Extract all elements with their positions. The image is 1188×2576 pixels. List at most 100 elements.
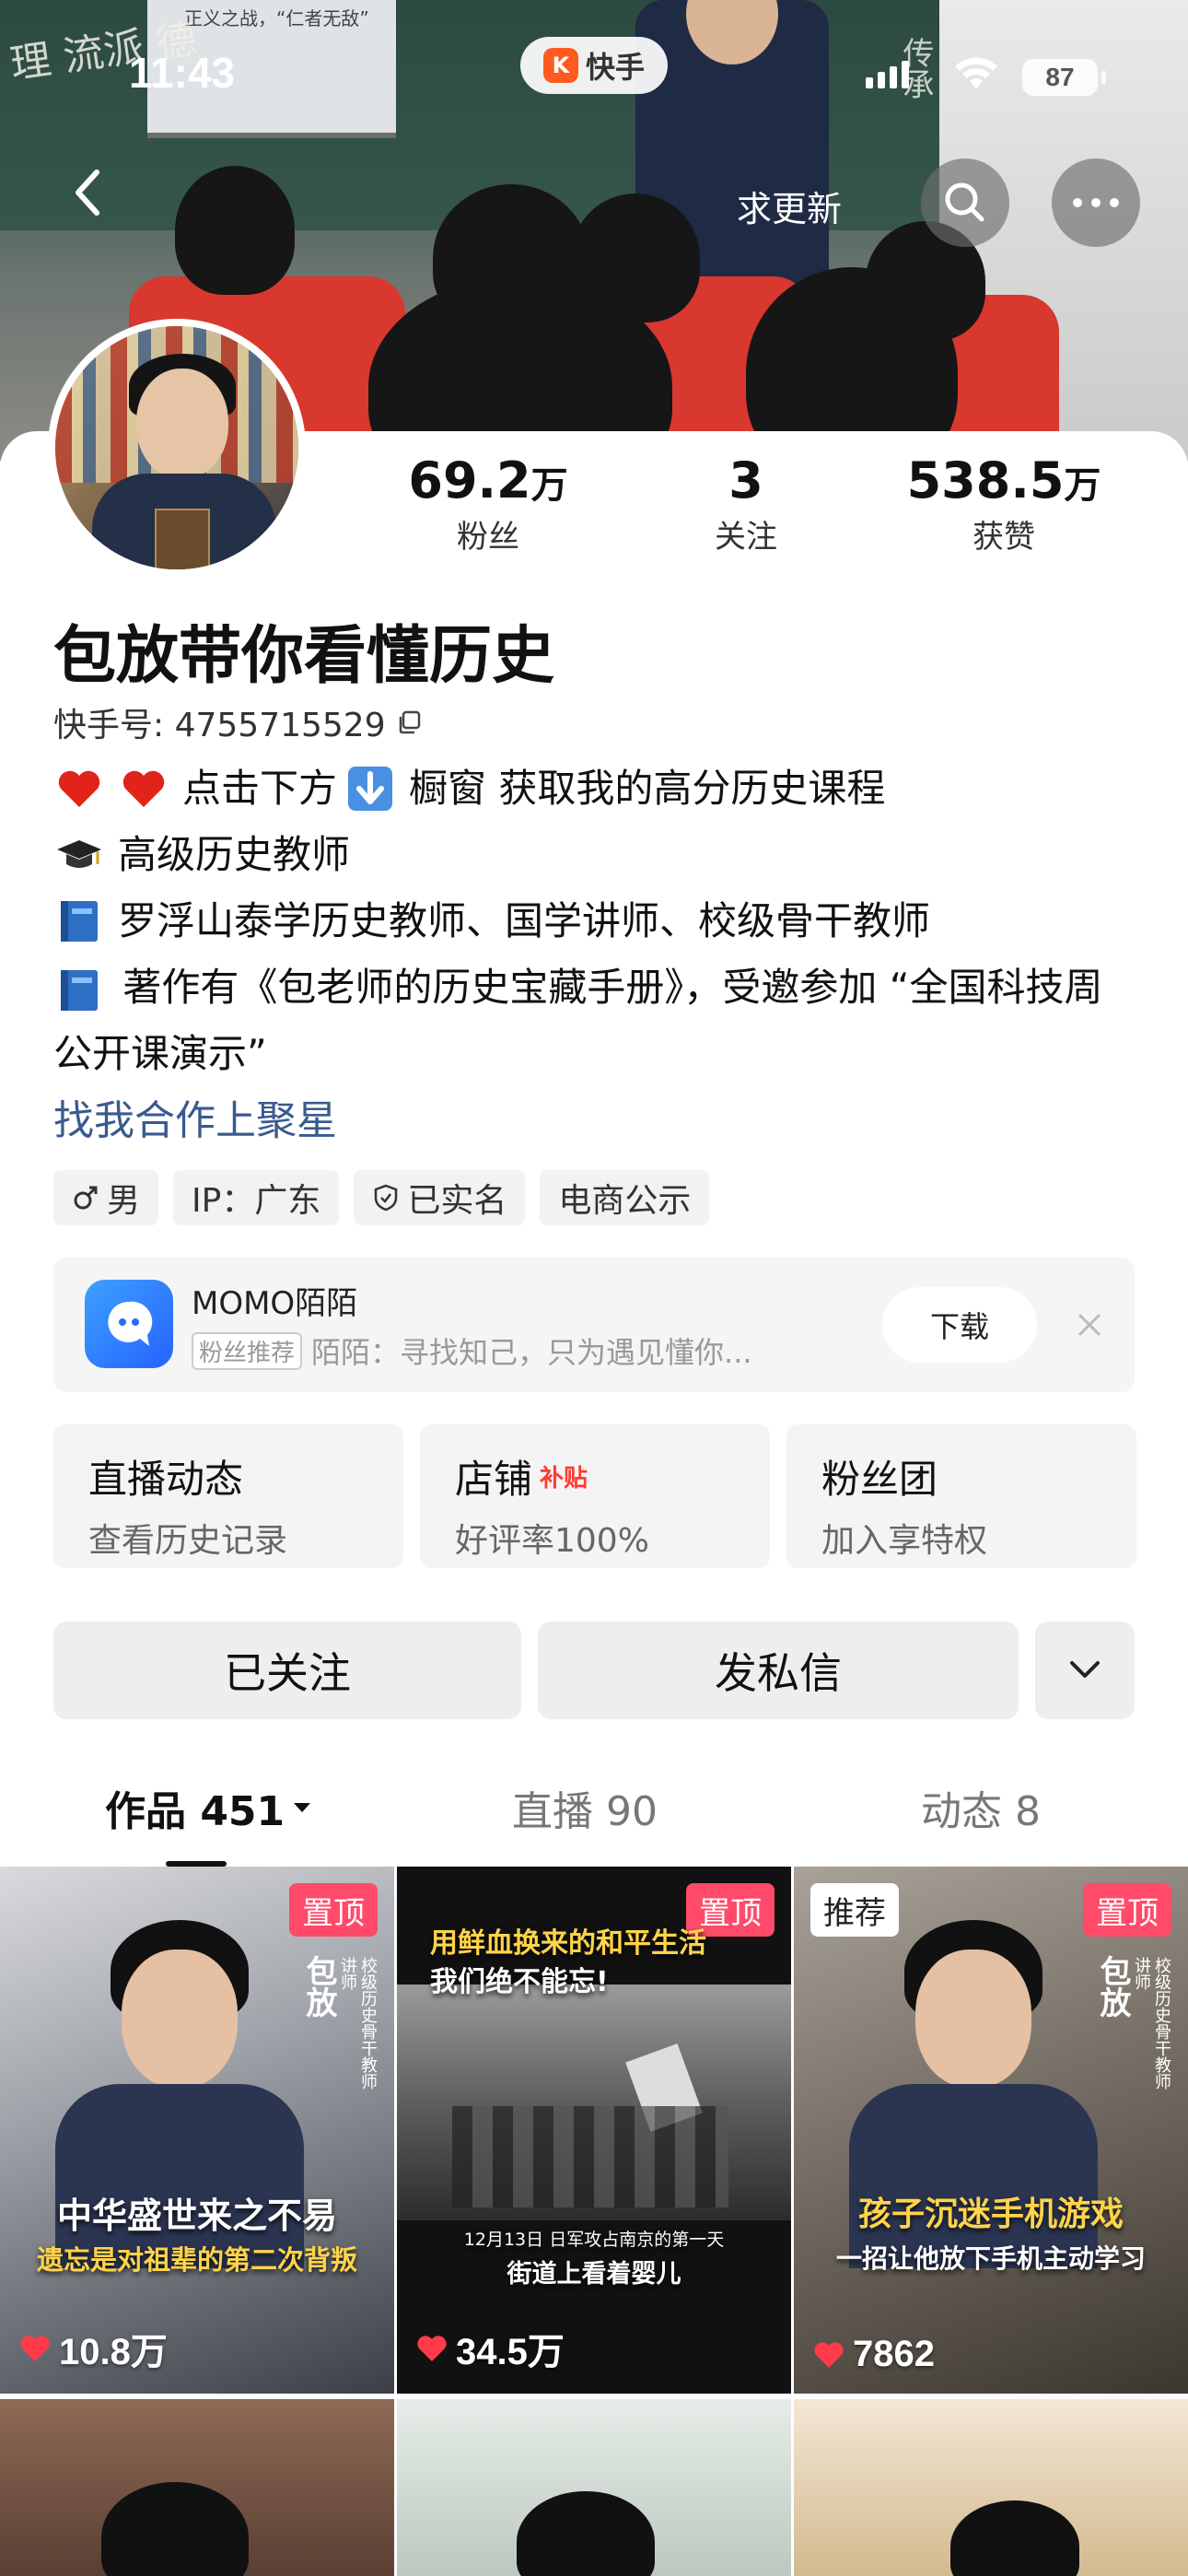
student-head [175,166,295,295]
sponsored-app-card[interactable]: MOMO陌陌 粉丝推荐 陌陌：寻找知己，只为遇见懂你... 下载 [53,1258,1135,1392]
likes-count: 7862 [853,2334,935,2374]
feature-title: 店铺 [455,1457,533,1502]
video-title: 用鲜血换来的和平生活 [430,1927,706,1960]
video-card[interactable]: 推荐 置顶 包放 校级历史骨干教师讲师 孩子沉迷手机游戏 一招让他放下手机主动学… [794,1867,1188,2394]
tab-moments[interactable]: 动态 8 [921,1778,1041,1837]
video-card[interactable] [0,2399,394,2576]
bio-line: 罗浮山泰学历史教师、国学讲师、校级骨干教师 [53,888,1140,954]
cooperation-link[interactable]: 找我合作上聚星 [53,1087,337,1146]
bio-text: 罗浮山泰学历史教师、国学讲师、校级骨干教师 [118,898,931,943]
bio-line: 点击下方 橱窗 获取我的高分历史课程 [53,755,1140,822]
blue-book-icon [61,969,98,1011]
status-bar: 11:43 K 快手 87 [0,0,1188,147]
copy-icon[interactable] [395,708,423,736]
bio-text: 高级历史教师 [118,832,351,877]
male-icon [74,1186,98,1210]
video-likes: 10.8万 [18,2322,168,2375]
content-tabs: 作品 451 直播 90 动态 8 [0,1778,1188,1852]
expand-button[interactable] [1035,1622,1135,1719]
tag-text: 电商公示 [558,1182,692,1220]
ad-badge: 粉丝推荐 [192,1331,303,1370]
profile-tags: 男 IP：广东 已实名 电商公示 [53,1170,710,1225]
stat-fans[interactable]: 69.2万 粉丝 [378,451,599,556]
feature-subtitle: 查看历史记录 [88,1522,288,1560]
stat-fans-unit: 万 [530,464,568,507]
video-card[interactable] [397,2399,791,2576]
feature-title: 直播动态 [88,1457,244,1502]
tag-ecommerce[interactable]: 电商公示 [540,1170,710,1225]
video-subtitle-line2: 街道上看着婴儿 [507,2260,681,2289]
tag-verified[interactable]: 已实名 [354,1170,526,1225]
stat-fans-value: 69.2 [408,451,531,509]
pinned-badge: 置顶 [1083,1883,1171,1937]
subsidy-badge: 补贴 [540,1465,588,1493]
tab-label: 动态 8 [921,1788,1041,1835]
stat-following-value: 3 [728,451,763,509]
video-side-name: 包放 [300,1955,337,2018]
tab-label: 直播 90 [512,1788,658,1835]
kuaishou-id[interactable]: 快手号: 4755715529 [53,698,423,746]
stat-fans-label: 粉丝 [457,519,519,556]
blue-book-icon [61,901,98,942]
down-arrow-icon [348,767,393,811]
status-time: 11:43 [129,49,236,97]
profile-name: 包放带你看懂历史 [53,620,555,693]
back-button[interactable] [55,160,120,225]
send-message-button[interactable]: 发私信 [538,1622,1019,1719]
video-card[interactable] [794,2399,1188,2576]
followed-button[interactable]: 已关注 [53,1622,521,1719]
more-button[interactable] [1052,158,1140,247]
verified-shield-icon [375,1184,398,1212]
stat-likes-label: 获赞 [973,519,1035,556]
feature-subtitle: 好评率100% [455,1522,649,1560]
heart-icon [417,2336,447,2361]
video-title: 孩子沉迷手机游戏 [857,2195,1124,2233]
search-icon [945,182,984,222]
video-side-text: 校级历史骨干教师讲师 [338,1957,378,2090]
likes-count: 34.5万 [456,2332,565,2372]
ad-subtitle-row: 粉丝推荐 陌陌：寻找知己，只为遇见懂你... [192,1329,752,1372]
graduation-cap-icon [57,840,101,868]
stat-likes-value: 538.5 [906,451,1065,509]
search-button[interactable] [921,158,1009,247]
video-subtitle: 一招让他放下手机主动学习 [835,2243,1146,2274]
stat-likes[interactable]: 538.5万 获赞 [893,451,1114,556]
likes-count: 10.8万 [59,2332,168,2372]
tab-works[interactable]: 作品 451 [105,1778,312,1837]
video-card[interactable]: 置顶 包放 校级历史骨干教师讲师 中华盛世来之不易 遗忘是对祖辈的第二次背叛 1… [0,1867,394,2394]
video-side-name: 包放 [1094,1955,1131,2018]
tab-label: 作品 451 [105,1788,285,1835]
tag-gender: 男 [53,1170,159,1225]
red-heart-icon [58,770,100,807]
more-dots-icon [1073,198,1119,207]
video-title: 中华盛世来之不易 [56,2195,337,2236]
stat-following[interactable]: 3 关注 [635,451,856,556]
bio-text: 著作有《包老师的历史宝藏手册》，受邀参加 “全国科技周公开课演示” [53,965,1103,1076]
cellular-signal-icon [866,61,909,88]
video-subtitle: 12月13日 日军攻占南京的第一天 [463,2230,725,2250]
video-side-text: 校级历史骨干教师讲师 [1132,1957,1171,2090]
video-card[interactable]: 置顶 用鲜血换来的和平生活 我们绝不能忘! 12月13日 日军攻占南京的第一天 … [397,1867,791,2394]
recommended-badge: 推荐 [810,1883,899,1937]
feature-subtitle: 加入享特权 [821,1522,988,1560]
battery-indicator: 87 [1022,59,1106,96]
video-likes: 34.5万 [415,2322,565,2375]
avatar[interactable] [48,319,306,577]
shop-card[interactable]: 店铺 补贴 好评率100% [420,1424,770,1568]
ad-subtitle: 陌陌：寻找知己，只为遇见懂你... [311,1335,752,1370]
bio-text: 点击下方 [182,766,338,811]
kuaishou-app-pill[interactable]: K 快手 [520,37,668,94]
tag-ip: IP：广东 [173,1170,340,1225]
kuaishou-logo-icon: K [542,48,578,83]
live-history-card[interactable]: 直播动态 查看历史记录 [53,1424,403,1568]
request-update-button[interactable]: 求更新 [737,181,842,231]
bio-line: 著作有《包老师的历史宝藏手册》，受邀参加 “全国科技周公开课演示” [53,954,1140,1087]
tab-live[interactable]: 直播 90 [512,1778,658,1837]
pinned-badge: 置顶 [289,1883,378,1937]
fan-club-card[interactable]: 粉丝团 加入享特权 [786,1424,1136,1568]
feature-title: 粉丝团 [821,1457,938,1502]
download-button[interactable]: 下载 [882,1287,1037,1363]
heart-icon [814,2341,844,2368]
chevron-left-icon [76,170,99,216]
close-ad-button[interactable] [1066,1302,1112,1348]
